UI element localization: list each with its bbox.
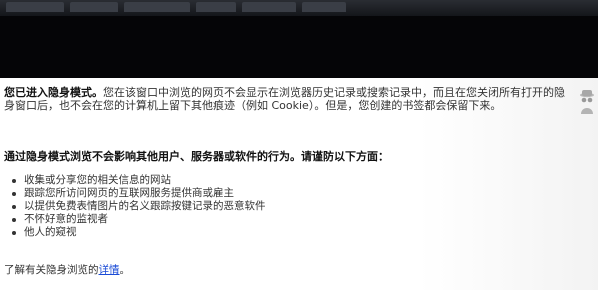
learn-more-prefix: 了解有关隐身浏览的 [4,264,99,276]
tab[interactable] [124,2,190,12]
list-item: 他人的窥视 [8,226,266,239]
learn-more-link[interactable]: 详情 [99,264,120,276]
learn-more-suffix: 。 [119,264,131,276]
warning-heading: 通过隐身模式浏览不会影响其他用户、服务器或软件的行为。请谨防以下方面： [4,150,389,163]
tab[interactable] [70,2,118,12]
tab-strip [0,0,598,16]
tab[interactable] [302,2,346,12]
incognito-icon [580,90,594,114]
incognito-page: 您已进入隐身模式。您在该窗口中浏览的网页不会显示在浏览器历史记录或搜索记录中，而… [0,78,598,290]
list-item: 收集或分享您的相关信息的网站 [8,174,266,187]
tab[interactable] [242,2,296,12]
list-item: 跟踪您所访问网页的互联网服务提供商或雇主 [8,187,266,200]
learn-more-line: 了解有关隐身浏览的详情。 [4,264,130,277]
incognito-intro: 您已进入隐身模式。您在该窗口中浏览的网页不会显示在浏览器历史记录或搜索记录中，而… [4,86,570,112]
tab[interactable] [6,2,64,12]
browser-chrome [0,0,598,78]
list-item: 不怀好意的监视者 [8,213,266,226]
intro-lead: 您已进入隐身模式。 [4,86,103,99]
browser-window: 您已进入隐身模式。您在该窗口中浏览的网页不会显示在浏览器历史记录或搜索记录中，而… [0,0,598,290]
tab[interactable] [196,2,236,12]
warning-list: 收集或分享您的相关信息的网站 跟踪您所访问网页的互联网服务提供商或雇主 以提供免… [8,174,266,239]
list-item: 以提供免费表情图片的名义跟踪按键记录的恶意软件 [8,200,266,213]
